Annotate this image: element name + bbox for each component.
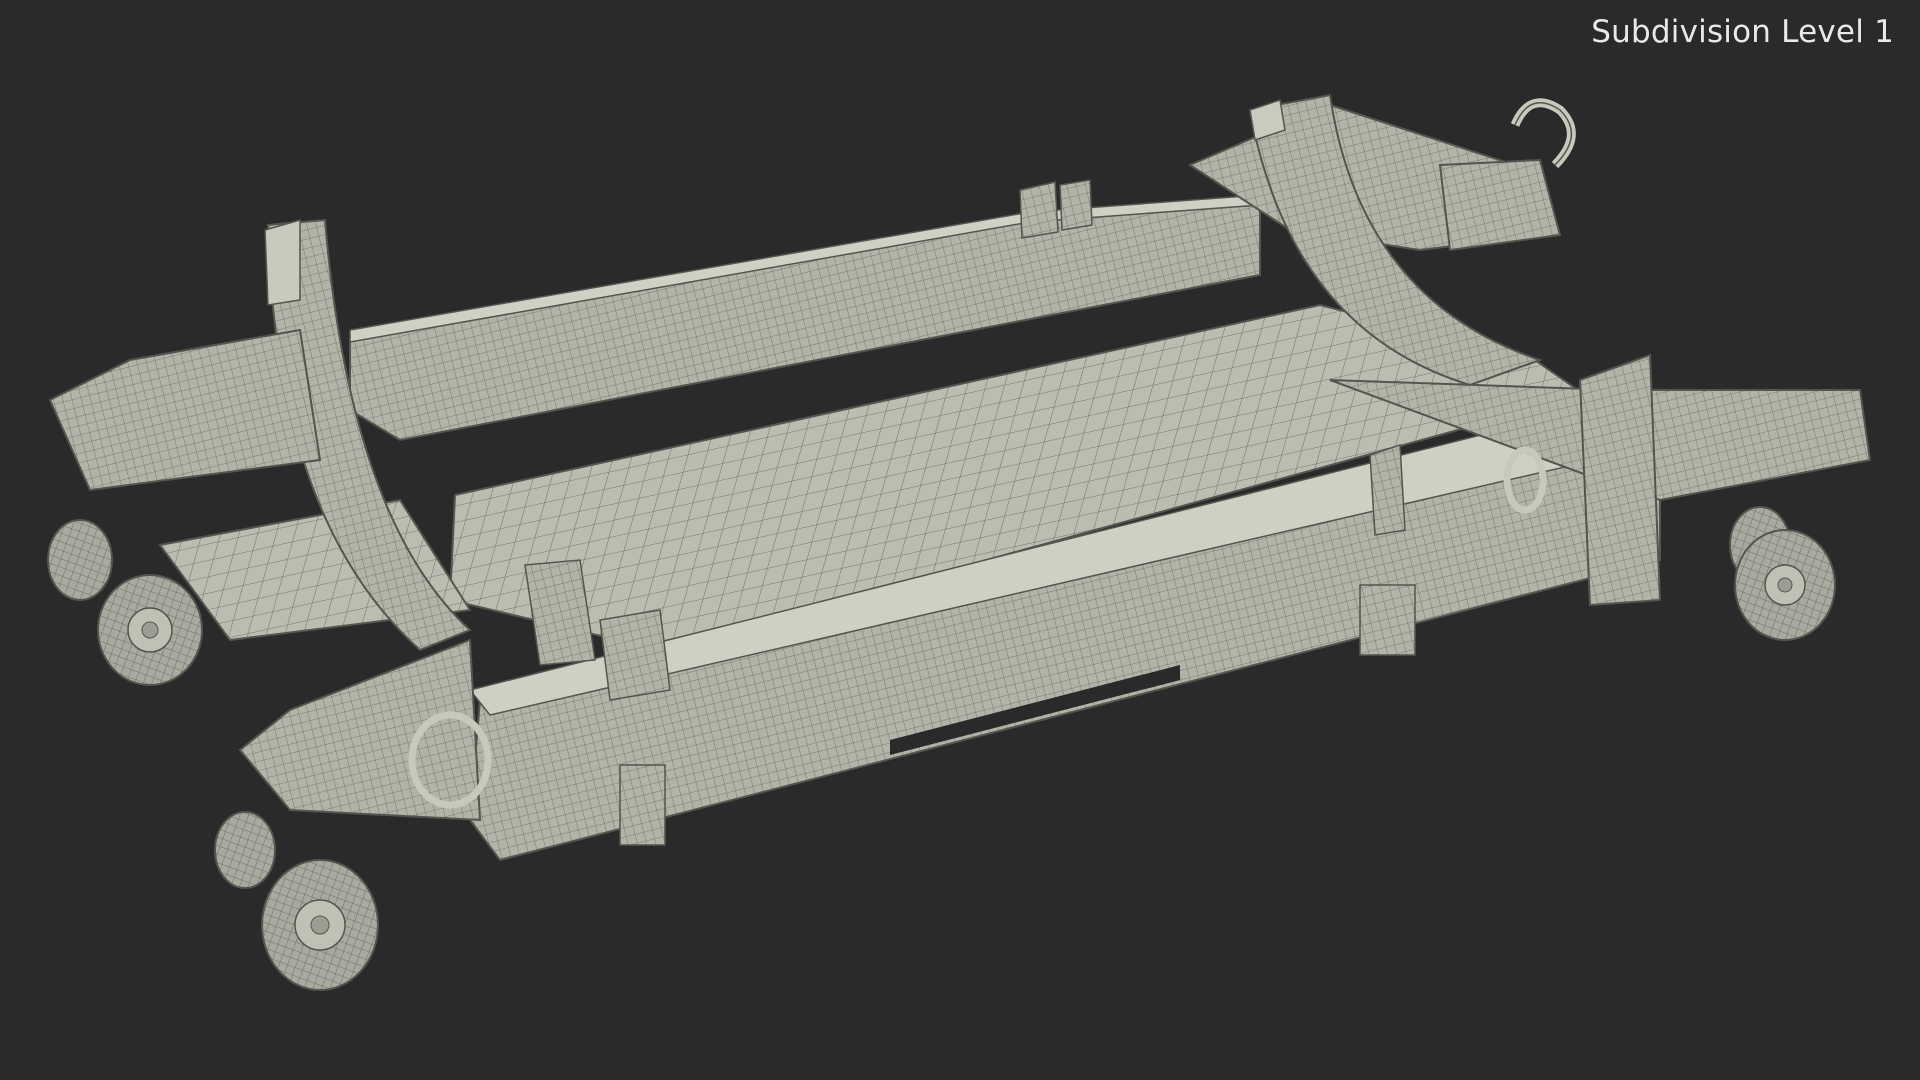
cart-wireframe-model [47,93,1872,991]
caster-wheel-left-front [214,811,379,991]
render-viewport: Subdivision Level 1 [0,0,1920,1080]
subdivision-level-label: Subdivision Level 1 [1591,14,1894,50]
caster-wheel-right-front [1729,506,1836,641]
